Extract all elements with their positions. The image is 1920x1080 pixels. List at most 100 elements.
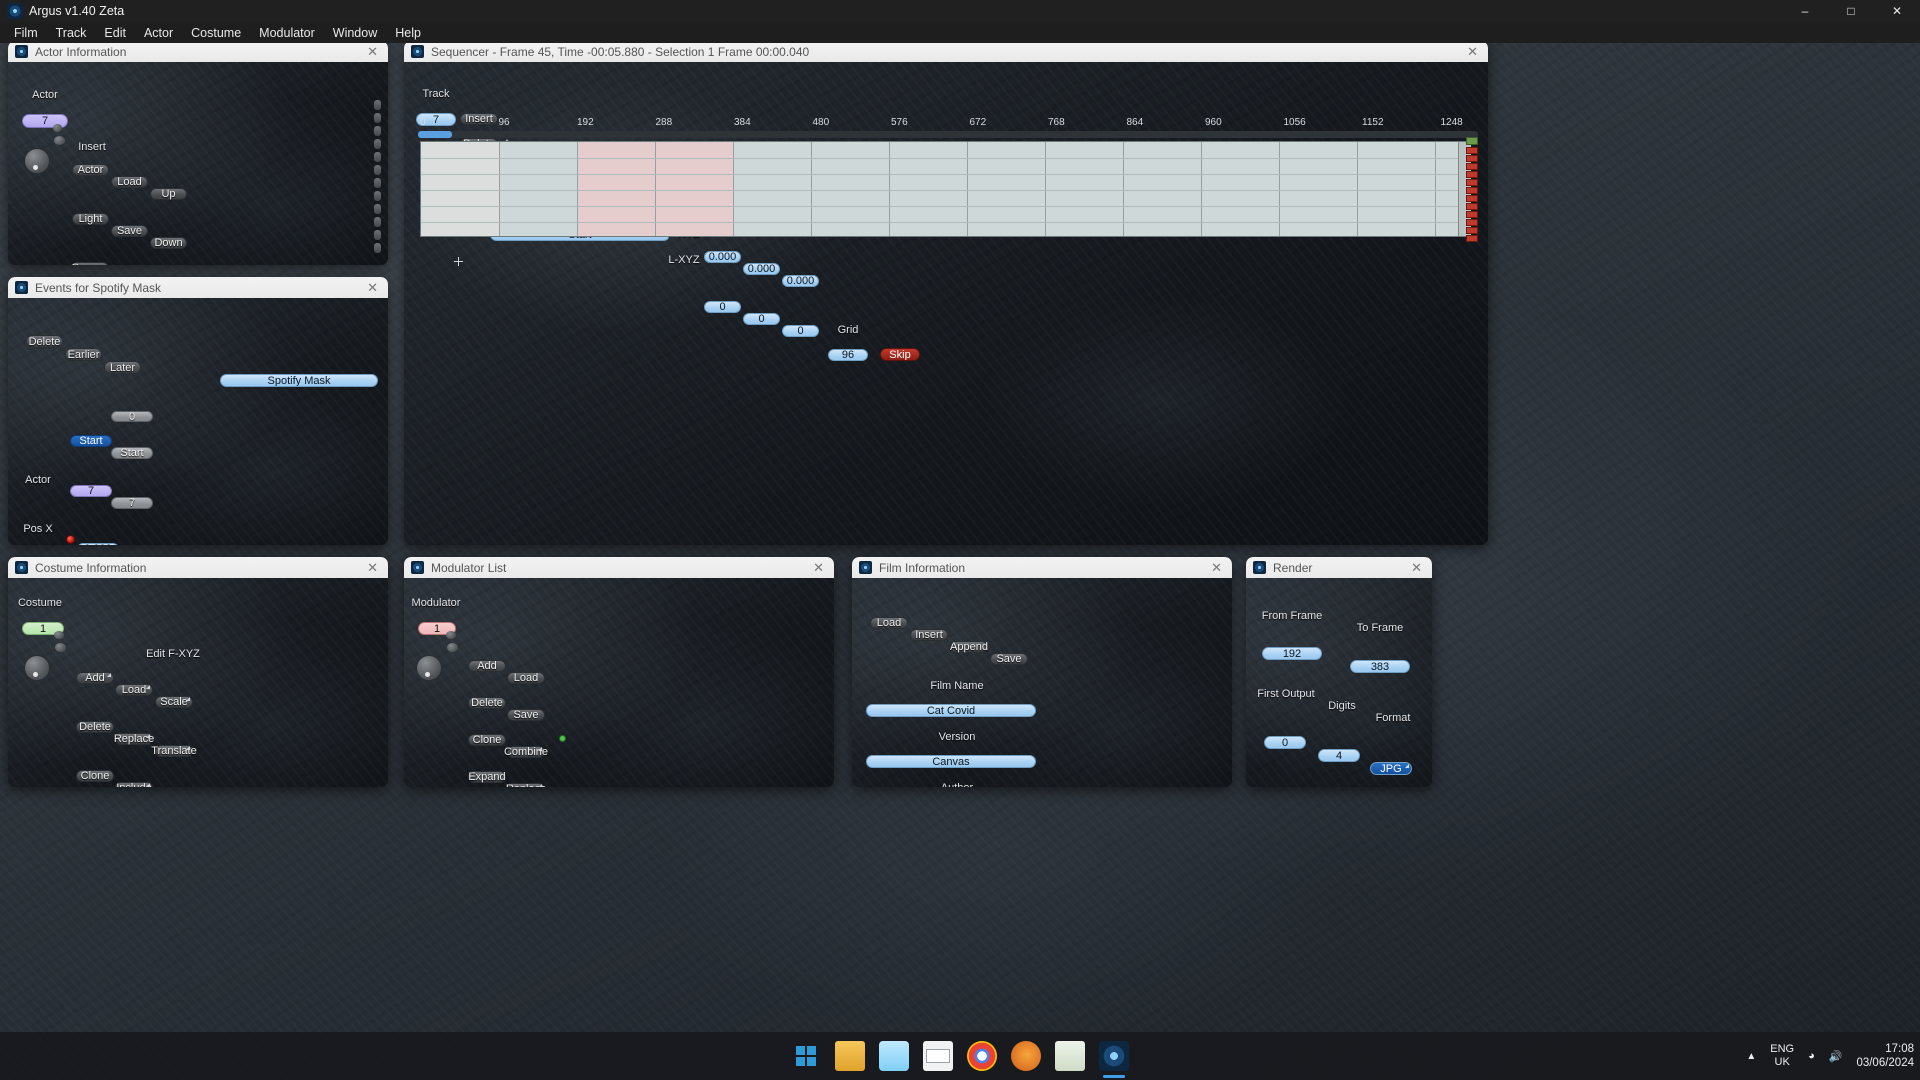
marker-red-6[interactable] (1466, 195, 1478, 202)
marker-red-11[interactable] (1466, 235, 1478, 242)
film-field-value-1[interactable]: Canvas (866, 755, 1036, 768)
events-earlier-button[interactable]: Earlier (65, 348, 102, 361)
titlebar-film-information[interactable]: Film Information ✕ (852, 557, 1232, 578)
actor-knob[interactable] (24, 148, 50, 174)
menu-item-costume[interactable]: Costume (182, 24, 250, 42)
marker-red-9[interactable] (1466, 219, 1478, 226)
taskbar-chrome-icon[interactable] (967, 1041, 997, 1071)
titlebar-render[interactable]: Render ✕ (1246, 557, 1432, 578)
marker-red-4[interactable] (1466, 179, 1478, 186)
costume-add[interactable]: Add (76, 672, 114, 684)
titlebar-sequencer[interactable]: Sequencer - Frame 45, Time -00:05.880 - … (404, 41, 1488, 62)
costume-load[interactable]: Load (115, 684, 153, 696)
taskbar-editor-icon[interactable] (1055, 1041, 1085, 1071)
costume-scale[interactable]: Scale (155, 696, 193, 708)
close-icon[interactable]: ✕ (361, 45, 384, 58)
events-row-v2-0[interactable]: 7 (111, 497, 153, 509)
mod-replace[interactable]: Replace (506, 783, 546, 787)
menu-item-track[interactable]: Track (47, 24, 96, 42)
close-icon[interactable]: ✕ (361, 281, 384, 294)
taskbar-start-icon[interactable] (791, 1041, 821, 1071)
modulator-toggle-6[interactable] (374, 178, 381, 188)
insert-light[interactable]: Light (72, 213, 109, 225)
maximize-button[interactable]: □ (1828, 0, 1874, 22)
events-row-dot-1[interactable] (66, 535, 75, 544)
from-frame-field[interactable]: 192 (1262, 647, 1322, 660)
close-icon[interactable]: ✕ (1205, 561, 1228, 574)
titlebar-actor-information[interactable]: Actor Information ✕ (8, 41, 388, 62)
insert-camera[interactable]: Camera (71, 262, 110, 265)
taskbar-photos-icon[interactable] (879, 1041, 909, 1071)
events-col2-header[interactable]: Start (111, 447, 153, 459)
language-indicator-line1[interactable]: ENG (1770, 1043, 1794, 1056)
menu-item-actor[interactable]: Actor (135, 24, 182, 42)
format-field[interactable]: JPG (1370, 762, 1412, 775)
events-column-index[interactable]: 0 (111, 411, 153, 422)
scrollbar-thumb[interactable] (418, 131, 452, 138)
lxyz-field-2[interactable]: 0 (782, 325, 819, 337)
modulator-toggle-5[interactable] (374, 165, 381, 175)
close-icon[interactable]: ✕ (361, 561, 384, 574)
sequencer-marker-strip[interactable] (1466, 137, 1478, 242)
fxyz-field-1[interactable]: 0.000 (743, 263, 780, 275)
to-frame-field[interactable]: 383 (1350, 660, 1410, 673)
film-append[interactable]: Append (950, 641, 988, 653)
close-icon[interactable]: ✕ (807, 561, 830, 574)
mod-clone[interactable]: Clone (468, 734, 506, 746)
first-output-field[interactable]: 0 (1264, 736, 1306, 749)
events-name-field[interactable]: Spotify Mask (220, 374, 378, 387)
skip-button[interactable]: Skip (880, 348, 920, 361)
modulator-toggle-0[interactable] (374, 100, 381, 110)
costume-translate[interactable]: Translate (151, 745, 197, 757)
language-indicator-line2[interactable]: UK (1770, 1056, 1794, 1069)
menu-item-help[interactable]: Help (386, 24, 430, 42)
modulator-toggle-9[interactable] (374, 217, 381, 227)
modulator-toggle-2[interactable] (374, 126, 381, 136)
marker-red-7[interactable] (1466, 203, 1478, 210)
costume-clone[interactable]: Clone (76, 770, 114, 782)
mod-delete[interactable]: Delete (468, 697, 506, 709)
volume-icon[interactable]: 🔊 (1829, 1050, 1843, 1063)
menu-item-modulator[interactable]: Modulator (250, 24, 324, 42)
grid-field[interactable]: 96 (828, 349, 868, 361)
close-icon[interactable]: ✕ (1461, 45, 1484, 58)
costume-knob[interactable] (24, 655, 50, 681)
titlebar-events[interactable]: Events for Spotify Mask ✕ (8, 277, 388, 298)
events-delete-button[interactable]: Delete (26, 335, 63, 348)
marker-green[interactable] (1466, 137, 1478, 145)
chevron-up-icon[interactable]: ▲ (1746, 1051, 1756, 1062)
events-later-button[interactable]: Later (104, 361, 141, 374)
modulator-toggle-10[interactable] (374, 230, 381, 240)
film-field-value-0[interactable]: Cat Covid (866, 704, 1036, 717)
taskbar-blender-icon[interactable] (1011, 1041, 1041, 1071)
wifi-icon[interactable]: ◕ (1808, 1050, 1815, 1062)
insert-save[interactable]: Save (111, 225, 148, 237)
modulator-toggle-1[interactable] (374, 113, 381, 123)
modulator-toggle-3[interactable] (374, 139, 381, 149)
costume-include[interactable]: Include (115, 782, 153, 787)
mod-add[interactable]: Add (468, 660, 506, 672)
mod-save[interactable]: Save (507, 709, 545, 721)
digits-field[interactable]: 4 (1318, 749, 1360, 762)
menu-item-film[interactable]: Film (5, 24, 47, 42)
marker-red-3[interactable] (1466, 171, 1478, 178)
close-button[interactable]: ✕ (1874, 0, 1920, 22)
lxyz-field-0[interactable]: 0 (704, 301, 741, 313)
insert-up[interactable]: Up (150, 188, 187, 200)
menu-item-edit[interactable]: Edit (95, 24, 135, 42)
mod-combine[interactable]: Combine (504, 746, 548, 758)
marker-red-1[interactable] (1466, 155, 1478, 162)
film-save[interactable]: Save (990, 653, 1028, 665)
minimize-button[interactable]: – (1782, 0, 1828, 22)
insert-actor[interactable]: Actor (72, 164, 109, 176)
modulator-toggle-11[interactable] (374, 243, 381, 253)
sequencer-scrollbar[interactable] (418, 131, 1478, 138)
events-col1-header[interactable]: Start (70, 435, 112, 447)
marker-red-10[interactable] (1466, 227, 1478, 234)
film-insert[interactable]: Insert (910, 629, 948, 641)
clock[interactable]: 17:08 03/06/2024 (1856, 1042, 1914, 1070)
fxyz-field-2[interactable]: 0.000 (782, 275, 819, 287)
film-load[interactable]: Load (870, 617, 908, 629)
fxyz-field-0[interactable]: 0.000 (704, 251, 741, 263)
menu-item-window[interactable]: Window (324, 24, 386, 42)
